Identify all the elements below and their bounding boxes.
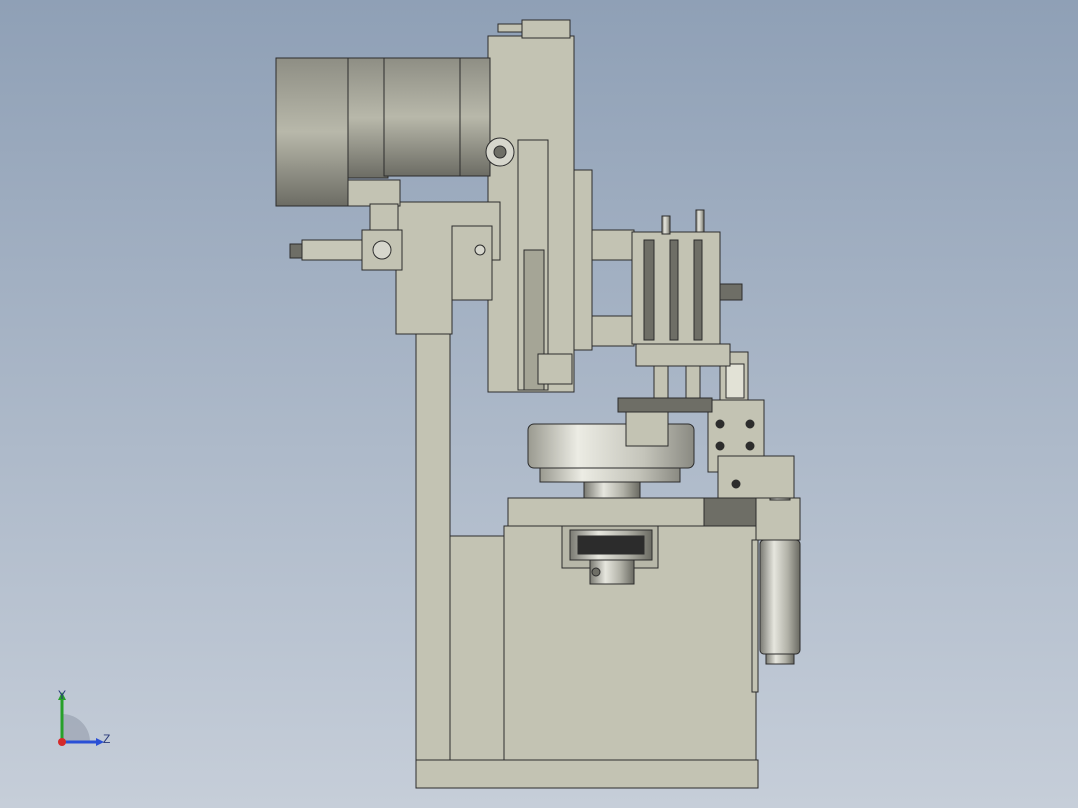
- fixture-screw-3: [715, 441, 725, 451]
- arm-side-plate: [573, 169, 593, 351]
- spring: [725, 363, 745, 399]
- hub-screw: [591, 567, 601, 577]
- gripper-lower-plate: [635, 343, 731, 367]
- gripper-side-port: [719, 283, 743, 301]
- fixture-screw-2: [745, 419, 755, 429]
- triad-shade: [62, 714, 90, 742]
- base-plate: [415, 759, 759, 789]
- fitting-body: [301, 239, 363, 261]
- fixture-screw-4: [745, 441, 755, 451]
- housing-foot: [751, 539, 759, 693]
- bracket-pad: [451, 225, 493, 301]
- gripper-slot-2: [669, 239, 679, 341]
- gripper-clamp: [625, 411, 669, 447]
- fixture-screw-1: [715, 419, 725, 429]
- gripper-top-pin-2: [695, 209, 705, 233]
- rotary-disc: [527, 423, 695, 469]
- fixture-arm: [717, 455, 795, 499]
- bracket-screw: [474, 244, 486, 256]
- right-cylinder: [759, 539, 801, 655]
- motor-rear-cap: [275, 57, 349, 207]
- right-cylinder-tip: [765, 653, 795, 665]
- motor-stator: [383, 57, 465, 177]
- rotary-disc-base: [539, 467, 681, 483]
- y-axis-label: Y: [58, 688, 67, 702]
- gripper-top-pin-1: [661, 215, 671, 235]
- slide-top-tab: [521, 19, 571, 39]
- housing-right-block: [755, 497, 801, 541]
- arm-screw: [731, 479, 741, 489]
- motor-body: [347, 57, 389, 179]
- z-axis-label: Z: [103, 732, 111, 746]
- gripper-jaw: [617, 397, 713, 413]
- gripper-slot-3: [693, 239, 703, 341]
- lower-slide-block: [537, 353, 573, 385]
- housing-side-plate: [703, 497, 759, 527]
- motor-mount: [347, 179, 401, 207]
- rotary-hub: [583, 481, 641, 499]
- cad-viewport[interactable]: Y Z: [0, 0, 1078, 808]
- elbow-port: [372, 240, 392, 260]
- gripper-finger-right: [685, 365, 701, 401]
- fitting-nut: [289, 243, 303, 259]
- slide-pin: [497, 23, 523, 33]
- pulley-center: [493, 145, 507, 159]
- x-axis-origin-icon: [58, 738, 66, 746]
- gripper-slot-1: [643, 239, 655, 341]
- machine-assembly-model[interactable]: [0, 0, 1078, 808]
- gripper-finger-left: [653, 365, 669, 401]
- fitting-cap: [369, 203, 399, 231]
- bearing-core: [577, 535, 645, 555]
- motor-flange: [459, 57, 491, 177]
